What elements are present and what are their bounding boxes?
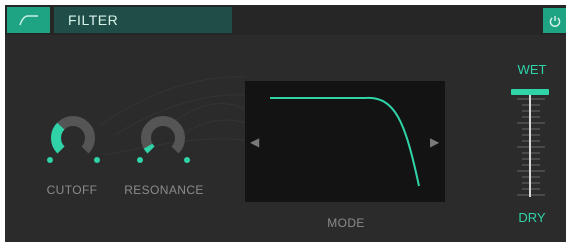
mode-display[interactable] [245, 81, 445, 202]
slider-handle[interactable] [511, 89, 549, 95]
arrow-right-icon: ▶ [430, 135, 440, 149]
wet-dry-slider[interactable] [505, 85, 557, 201]
power-icon [549, 15, 560, 27]
mode-label: MODE [327, 216, 365, 230]
filter-response-curve [270, 96, 420, 187]
section-title: FILTER [68, 12, 119, 28]
cutoff-label: CUTOFF [46, 183, 98, 197]
arrow-left-icon: ◀ [250, 135, 260, 149]
cutoff-min-dot [47, 157, 53, 163]
dry-label: DRY [518, 210, 546, 225]
filter-type-button[interactable] [7, 7, 50, 33]
resonance-knob[interactable] [131, 98, 191, 168]
power-button[interactable] [543, 8, 566, 33]
resonance-label: RESONANCE [124, 183, 204, 197]
filter-panel: FILTER CUTOFF RESONANCE ◀ ▶ MODE WET DRY [5, 5, 566, 242]
cutoff-max-dot [94, 157, 100, 163]
resonance-min-dot [137, 157, 143, 163]
wet-label: WET [517, 62, 547, 77]
mode-next-button[interactable]: ▶ [430, 136, 439, 148]
filter-curve-icon [18, 15, 38, 26]
resonance-max-dot [184, 157, 190, 163]
mode-prev-button[interactable]: ◀ [250, 136, 259, 148]
cutoff-knob[interactable] [41, 98, 101, 168]
